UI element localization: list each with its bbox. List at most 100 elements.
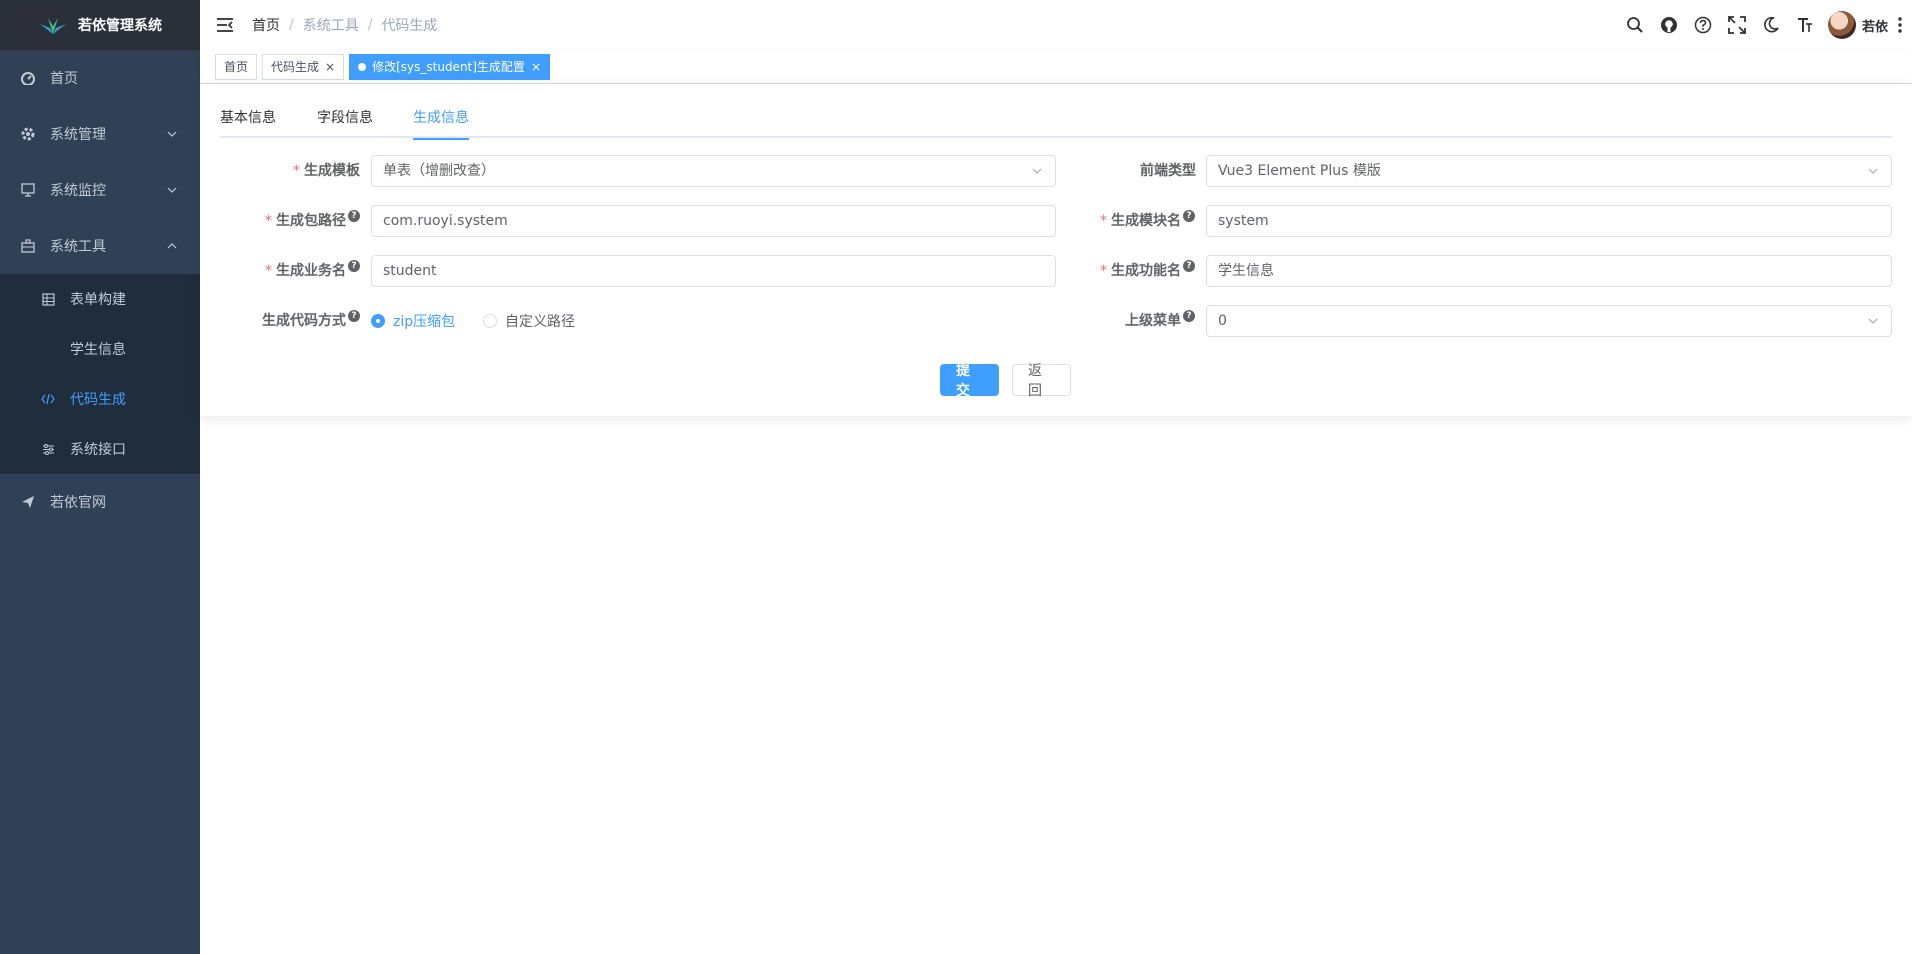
breadcrumb-separator: /: [367, 17, 373, 33]
close-icon[interactable]: ×: [531, 55, 541, 79]
chevron-up-icon: [167, 243, 177, 249]
help-icon[interactable]: ?: [348, 310, 360, 322]
tag-edit-config[interactable]: 修改[sys_student]生成配置 ×: [349, 53, 550, 80]
send-icon: [20, 494, 36, 510]
chevron-down-icon: [1868, 318, 1878, 324]
sidebar-item-system[interactable]: 系统管理: [0, 106, 200, 162]
sidebar-item-form-build[interactable]: 表单构建: [0, 274, 200, 324]
moon-icon[interactable]: [1754, 0, 1788, 50]
sidebar-item-codegen[interactable]: 代码生成: [0, 374, 200, 424]
dashboard-icon: [20, 70, 36, 86]
chevron-down-icon: [1032, 168, 1042, 174]
breadcrumb-separator: /: [289, 17, 294, 33]
input-value: system: [1218, 213, 1269, 229]
hamburger-icon[interactable]: [200, 0, 250, 50]
tag-home[interactable]: 首页: [215, 53, 258, 80]
required-mark: *: [265, 263, 272, 279]
package-name-input[interactable]: com.ruoyi.system: [371, 205, 1056, 237]
tab-basic-info[interactable]: 基本信息: [220, 98, 276, 138]
module-name-input[interactable]: system: [1206, 205, 1892, 237]
navbar: 首页 / 系统工具 / 代码生成 若依: [200, 0, 1912, 50]
close-icon[interactable]: ×: [325, 55, 335, 79]
sidebar-item-student[interactable]: 学生信息: [0, 324, 200, 374]
radio-label: zip压缩包: [393, 314, 456, 330]
radio-circle: [483, 314, 497, 328]
sidebar-item-label: 表单构建: [70, 292, 126, 308]
help-icon[interactable]: ?: [1183, 310, 1195, 322]
breadcrumb-item: 代码生成: [381, 18, 438, 34]
chevron-down-icon: [167, 187, 177, 193]
table-icon: [40, 291, 56, 307]
sidebar-item-website[interactable]: 若依官网: [0, 474, 200, 530]
sidebar-item-api[interactable]: 系统接口: [0, 424, 200, 474]
sidebar: 若依管理系统 首页 系统管理 系统监控 系统工具 表单构建 学生信息 代码生成 …: [0, 0, 200, 954]
sidebar-item-label: 系统工具: [50, 239, 106, 255]
package-name-label: * 生成包路径?: [260, 205, 360, 237]
user-dropdown[interactable]: 若依: [1827, 11, 1888, 39]
required-mark: *: [265, 213, 272, 229]
parent-menu-select[interactable]: 0: [1206, 305, 1892, 337]
sidebar-item-tools[interactable]: 系统工具: [0, 218, 200, 274]
select-value: 单表（增删改查）: [383, 163, 495, 179]
required-mark: *: [1100, 263, 1107, 279]
parent-menu-label: 上级菜单?: [1100, 305, 1195, 337]
select-value: 0: [1218, 313, 1227, 329]
tab-gen-info[interactable]: 生成信息: [413, 98, 469, 140]
radio-zip[interactable]: zip压缩包: [371, 305, 455, 337]
avatar: [1827, 11, 1856, 39]
tabs: 基本信息 字段信息 生成信息: [220, 98, 1892, 140]
breadcrumb: 首页 / 系统工具 / 代码生成: [252, 15, 437, 35]
tag-label: 修改[sys_student]生成配置: [372, 59, 525, 74]
sidebar-item-label: 首页: [50, 71, 78, 87]
module-name-label: * 生成模块名?: [1095, 205, 1195, 237]
sidebar-item-monitor[interactable]: 系统监控: [0, 162, 200, 218]
function-name-input[interactable]: 学生信息: [1206, 255, 1892, 287]
help-icon[interactable]: ?: [1183, 260, 1195, 272]
more-vertical-icon[interactable]: [1888, 0, 1912, 50]
radio-custom-path[interactable]: 自定义路径: [483, 305, 575, 337]
submit-button[interactable]: 提交: [940, 363, 999, 399]
font-size-icon[interactable]: [1788, 0, 1822, 50]
input-value: com.ruoyi.system: [383, 213, 508, 229]
sidebar-item-label: 学生信息: [70, 342, 126, 358]
tag-label: 代码生成: [271, 59, 320, 74]
back-button[interactable]: 返回: [1012, 363, 1071, 399]
tag-label: 首页: [224, 59, 249, 74]
submenu-tools: 表单构建 学生信息 代码生成 系统接口: [0, 274, 200, 474]
function-name-label: * 生成功能名?: [1095, 255, 1195, 287]
tpl-category-label: * 生成模板: [293, 163, 360, 179]
tab-field-info[interactable]: 字段信息: [317, 98, 373, 138]
breadcrumb-item: 系统工具: [302, 18, 359, 34]
input-value: student: [383, 263, 437, 279]
logo[interactable]: 若依管理系统: [0, 0, 200, 50]
help-icon[interactable]: ?: [348, 260, 360, 272]
search-icon[interactable]: [1618, 0, 1652, 50]
radio-circle: [371, 314, 385, 328]
question-icon[interactable]: [1686, 0, 1720, 50]
business-name-input[interactable]: student: [371, 255, 1056, 287]
sidebar-item-label: 代码生成: [70, 392, 126, 408]
code-icon: [40, 391, 56, 407]
chevron-down-icon: [167, 131, 177, 137]
logo-icon: [40, 18, 66, 34]
tpl-category-select[interactable]: 单表（增删改查）: [371, 155, 1056, 187]
frontend-type-label: 前端类型: [1140, 163, 1196, 179]
sidebar-item-label: 若依官网: [50, 495, 106, 511]
chevron-down-icon: [1868, 168, 1878, 174]
help-icon[interactable]: ?: [348, 210, 360, 222]
sidebar-item-label: 系统接口: [70, 442, 126, 458]
main-card: 基本信息 字段信息 生成信息 * 生成模板 单表（增删改查） 前端类型 Vue3 …: [200, 84, 1912, 416]
github-icon[interactable]: [1652, 0, 1686, 50]
app-title: 若依管理系统: [78, 18, 162, 34]
sliders-icon: [40, 441, 56, 457]
breadcrumb-item[interactable]: 首页: [252, 15, 280, 35]
sidebar-item-label: 系统管理: [50, 127, 106, 143]
fullscreen-icon[interactable]: [1720, 0, 1754, 50]
gear-icon: [20, 126, 36, 142]
input-value: 学生信息: [1218, 263, 1274, 279]
sidebar-item-home[interactable]: 首页: [0, 50, 200, 106]
sidebar-item-label: 系统监控: [50, 183, 106, 199]
help-icon[interactable]: ?: [1183, 210, 1195, 222]
tag-codegen[interactable]: 代码生成 ×: [262, 53, 345, 80]
frontend-type-select[interactable]: Vue3 Element Plus 模版: [1206, 155, 1892, 187]
